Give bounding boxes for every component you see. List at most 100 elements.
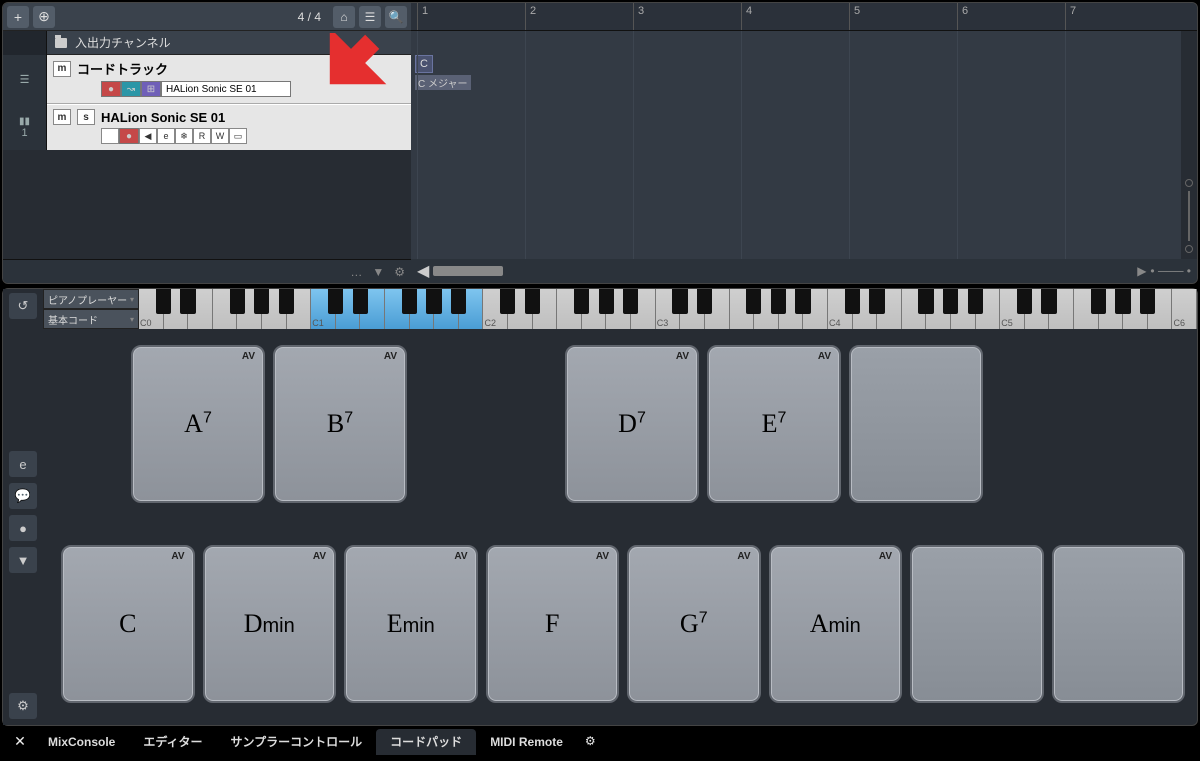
chord-pad[interactable]: AV B7	[273, 345, 407, 503]
close-button[interactable]: ✕	[10, 733, 30, 750]
chord-lane[interactable]: C C メジャー	[411, 55, 1197, 99]
black-key[interactable]	[869, 289, 884, 314]
list-button[interactable]: ☰	[359, 6, 381, 28]
read-automation-button[interactable]: R	[193, 128, 211, 144]
write-automation-button[interactable]: W	[211, 128, 229, 144]
vertical-scrollbar[interactable]	[1181, 31, 1197, 259]
tab-4[interactable]: MIDI Remote	[476, 729, 577, 755]
black-key[interactable]	[746, 289, 761, 314]
black-key[interactable]	[156, 289, 171, 314]
black-key[interactable]	[525, 289, 540, 314]
bar-marker: 6	[957, 3, 968, 30]
record-button[interactable]: ●	[9, 515, 37, 541]
chord-pad[interactable]: AVG7	[627, 545, 761, 703]
black-key[interactable]	[623, 289, 638, 314]
edit-button[interactable]: e	[157, 128, 175, 144]
search-button[interactable]: 🔍	[385, 6, 407, 28]
black-key[interactable]	[845, 289, 860, 314]
tab-3[interactable]: コードパッド	[376, 729, 476, 755]
comment-button[interactable]: 💬	[9, 483, 37, 509]
chord-assist-button[interactable]: ⊞	[141, 81, 161, 97]
track-row-bus[interactable]: 入出力チャンネル	[3, 31, 411, 55]
zoom-control[interactable]: ▶ • ─── •	[1137, 264, 1191, 278]
black-key[interactable]	[1017, 289, 1032, 314]
track-row-midi[interactable]: ▮▮ 1 m s HALion Sonic SE 01 ● ◀ e ❄	[3, 104, 411, 150]
black-key[interactable]	[672, 289, 687, 314]
black-key[interactable]	[353, 289, 368, 314]
black-key[interactable]	[500, 289, 515, 314]
chord-pad-empty[interactable]	[910, 545, 1044, 703]
black-key[interactable]	[426, 289, 441, 314]
monitor-button[interactable]: ↝	[121, 81, 141, 97]
black-key[interactable]	[230, 289, 245, 314]
record-enable-button[interactable]: ●	[119, 128, 139, 144]
home-button[interactable]: ⌂	[333, 6, 355, 28]
undo-button[interactable]: ↺	[9, 293, 37, 319]
black-key[interactable]	[795, 289, 810, 314]
tab-2[interactable]: サンプラーコントロール	[217, 729, 377, 755]
black-key[interactable]	[402, 289, 417, 314]
tabs-gear-icon[interactable]: ⚙	[585, 734, 596, 748]
black-key[interactable]	[771, 289, 786, 314]
ruler[interactable]: 1234567	[411, 3, 1197, 31]
black-key[interactable]	[328, 289, 343, 314]
track-row-chord[interactable]: ☰ m コードトラック ● ↝ ⊞ HALion Sonic SE 01	[3, 55, 411, 104]
horizontal-scrollbar[interactable]: ◀ ▶ • ─── •	[411, 259, 1197, 283]
piano-keyboard[interactable]: C0C1C2C3C4C5C6	[139, 289, 1197, 329]
chord-pad-empty[interactable]	[849, 345, 983, 503]
settings-button[interactable]: ⚙	[9, 693, 37, 719]
more-icon[interactable]: …	[350, 265, 362, 279]
black-key[interactable]	[697, 289, 712, 314]
octave-label: C3	[657, 318, 669, 328]
chord-pad[interactable]: AVF	[486, 545, 620, 703]
black-key[interactable]	[180, 289, 195, 314]
expand-button[interactable]: ▼	[9, 547, 37, 573]
chord-pad[interactable]: AVEmin	[344, 545, 478, 703]
freeze-button[interactable]: ❄	[175, 128, 193, 144]
voicing-label: AV	[384, 351, 397, 362]
track-preset-button[interactable]: ⊕	[33, 6, 55, 28]
solo-button[interactable]: s	[77, 109, 95, 125]
down-icon[interactable]: ▼	[372, 265, 384, 279]
black-key[interactable]	[943, 289, 958, 314]
chord-pad[interactable]: AVA7	[131, 345, 265, 503]
chord-pad[interactable]: AVD7	[565, 345, 699, 503]
black-key[interactable]	[279, 289, 294, 314]
edit-icon-button[interactable]: e	[9, 451, 37, 477]
add-track-button[interactable]: +	[7, 6, 29, 28]
monitor-button[interactable]: ◀	[139, 128, 157, 144]
record-enable-button[interactable]: ●	[101, 81, 121, 97]
black-key[interactable]	[574, 289, 589, 314]
gear-icon[interactable]: ⚙	[394, 265, 405, 279]
chord-pad[interactable]: AVE7	[707, 345, 841, 503]
black-key[interactable]	[1041, 289, 1056, 314]
black-key[interactable]	[451, 289, 466, 314]
chord-pad[interactable]: AVC	[61, 545, 195, 703]
chord-track-name: コードトラック	[77, 59, 168, 78]
chord-event[interactable]: C C メジャー	[415, 55, 471, 95]
mute-button[interactable]: m	[53, 109, 71, 125]
tab-0[interactable]: MixConsole	[34, 729, 129, 755]
black-key[interactable]	[599, 289, 614, 314]
black-key[interactable]	[254, 289, 269, 314]
instrument-selector[interactable]: HALion Sonic SE 01	[161, 81, 291, 97]
chordtype-dropdown[interactable]: 基本コード	[43, 309, 139, 329]
chord-label: Amin	[810, 609, 861, 639]
blank-button[interactable]	[101, 128, 119, 144]
chord-pad[interactable]: AVAmin	[769, 545, 903, 703]
black-key[interactable]	[1091, 289, 1106, 314]
black-key[interactable]	[918, 289, 933, 314]
mute-button[interactable]: m	[53, 61, 71, 77]
black-key[interactable]	[1140, 289, 1155, 314]
player-dropdown[interactable]: ピアノプレーヤー	[43, 289, 139, 309]
scroll-left-icon[interactable]: ◀	[417, 261, 429, 281]
chord-label: B7	[327, 409, 353, 439]
lane-button[interactable]: ▭	[229, 128, 247, 144]
tab-1[interactable]: エディター	[129, 729, 216, 755]
scrollbar-thumb[interactable]	[433, 266, 503, 276]
black-key[interactable]	[968, 289, 983, 314]
chord-pad[interactable]: AVDmin	[203, 545, 337, 703]
bar-marker: 2	[525, 3, 536, 30]
chord-pad-empty[interactable]	[1052, 545, 1186, 703]
black-key[interactable]	[1115, 289, 1130, 314]
